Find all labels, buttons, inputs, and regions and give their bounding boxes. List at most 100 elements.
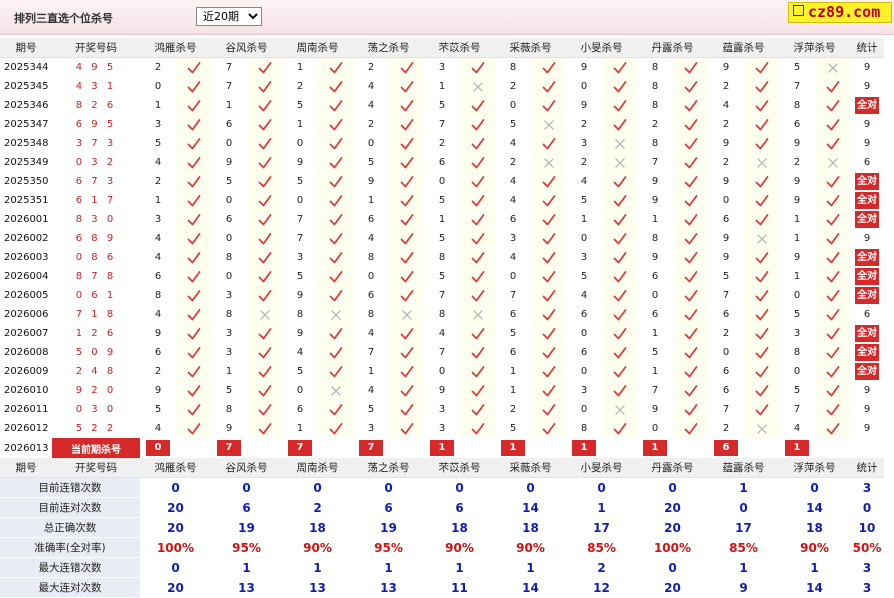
kill-result [602,400,637,419]
check-icon [684,194,697,206]
kill-result [318,210,353,229]
current-kill-pick: 1 [424,438,460,458]
stat-value: 6 [384,500,393,515]
kill-result [460,324,495,343]
kill-result [176,96,211,115]
draw-numbers: 2 4 8 [75,366,117,377]
stat-value: 13 [380,580,397,595]
kill-result [531,400,566,419]
kill-result [602,77,637,96]
column-header: 周南杀号 [282,38,353,58]
kill-result [531,172,566,191]
stat-value: 1 [313,560,322,575]
row-stat: 6 [850,305,884,324]
stat-value: 18 [451,520,468,535]
kill-pick: 0 [580,233,588,244]
kill-result [602,248,637,267]
issue-number: 2026006 [4,309,49,320]
kill-pick: 9 [722,252,730,263]
kill-result [389,191,424,210]
stat-value: 0 [384,480,393,495]
kill-result [815,381,850,400]
check-icon [329,251,342,263]
check-icon [755,213,768,225]
check-icon [471,251,484,263]
kill-pick: 2 [722,119,730,130]
hit-count: 9 [863,81,871,92]
check-icon [400,80,413,92]
cross-icon [259,309,270,320]
check-icon [329,137,342,149]
check-icon [471,194,484,206]
draw-numbers: 6 7 3 [75,176,117,187]
kill-result [318,191,353,210]
kill-result [815,419,850,438]
table-row: 2026001 8 3 0 3 6 7 6 1 6 1 1 6 1 全对 [0,210,884,229]
site-logo[interactable]: cz89.com [788,2,892,23]
kill-result [389,381,424,400]
kill-result [744,134,779,153]
kill-result [247,77,282,96]
kill-result [247,172,282,191]
kill-pick: 3 [225,290,233,301]
kill-pick: 5 [793,385,801,396]
column-header: 芣苡杀号 [424,458,495,478]
kill-result [247,362,282,381]
stat-value: 6 [455,500,464,515]
kill-pick: 0 [367,138,375,149]
kill-pick: 1 [154,195,162,206]
column-header: 丹露杀号 [637,38,708,58]
stat-value: 0 [242,480,251,495]
stat-value: 95% [232,540,261,555]
kill-result [602,172,637,191]
check-icon [684,137,697,149]
stat-value: 0 [455,480,464,495]
check-icon [542,308,555,320]
row-stat: 全对 [850,362,884,381]
kill-result [744,362,779,381]
check-icon [684,365,697,377]
kill-result [176,153,211,172]
stat-value: 0 [668,480,677,495]
column-header: 开奖号码 [52,38,140,58]
check-icon [542,289,555,301]
kill-pick: 8 [438,252,446,263]
kill-result [531,305,566,324]
stat-value: 14 [806,580,823,595]
stat-value: 90% [445,540,474,555]
check-icon [329,365,342,377]
kill-pick: 7 [793,404,801,415]
stat-label: 总正确次数 [0,517,140,538]
kill-pick: 5 [580,195,588,206]
check-icon [684,99,697,111]
kill-pick: 5 [367,404,375,415]
check-icon [471,403,484,415]
kill-pick: 9 [722,62,730,73]
draw-numbers: 0 3 2 [75,157,117,168]
period-select[interactable]: 近20期 [196,7,262,26]
kill-pick: 0 [225,271,233,282]
kill-result [318,419,353,438]
kill-pick: 2 [509,157,517,168]
kill-result [389,134,424,153]
kill-pick: 7 [651,157,659,168]
kill-result [744,153,779,172]
draw-numbers: 1 2 6 [75,328,117,339]
stat-label: 准确率(全对率) [0,537,140,558]
stat-value: 1 [739,480,748,495]
kill-result [389,305,424,324]
kill-pick: 4 [438,328,446,339]
draw-numbers: 3 7 3 [75,138,117,149]
kill-result [247,419,282,438]
kill-pick: 6 [367,214,375,225]
all-correct-badge: 全对 [855,363,879,380]
kill-pick: 2 [438,138,446,149]
kill-pick: 6 [580,347,588,358]
cross-icon [472,309,483,320]
kill-result [318,134,353,153]
kill-pick: 5 [296,271,304,282]
kill-pick: 6 [154,347,162,358]
check-icon [542,213,555,225]
kill-result [460,153,495,172]
issue-number: 2026011 [4,404,49,415]
